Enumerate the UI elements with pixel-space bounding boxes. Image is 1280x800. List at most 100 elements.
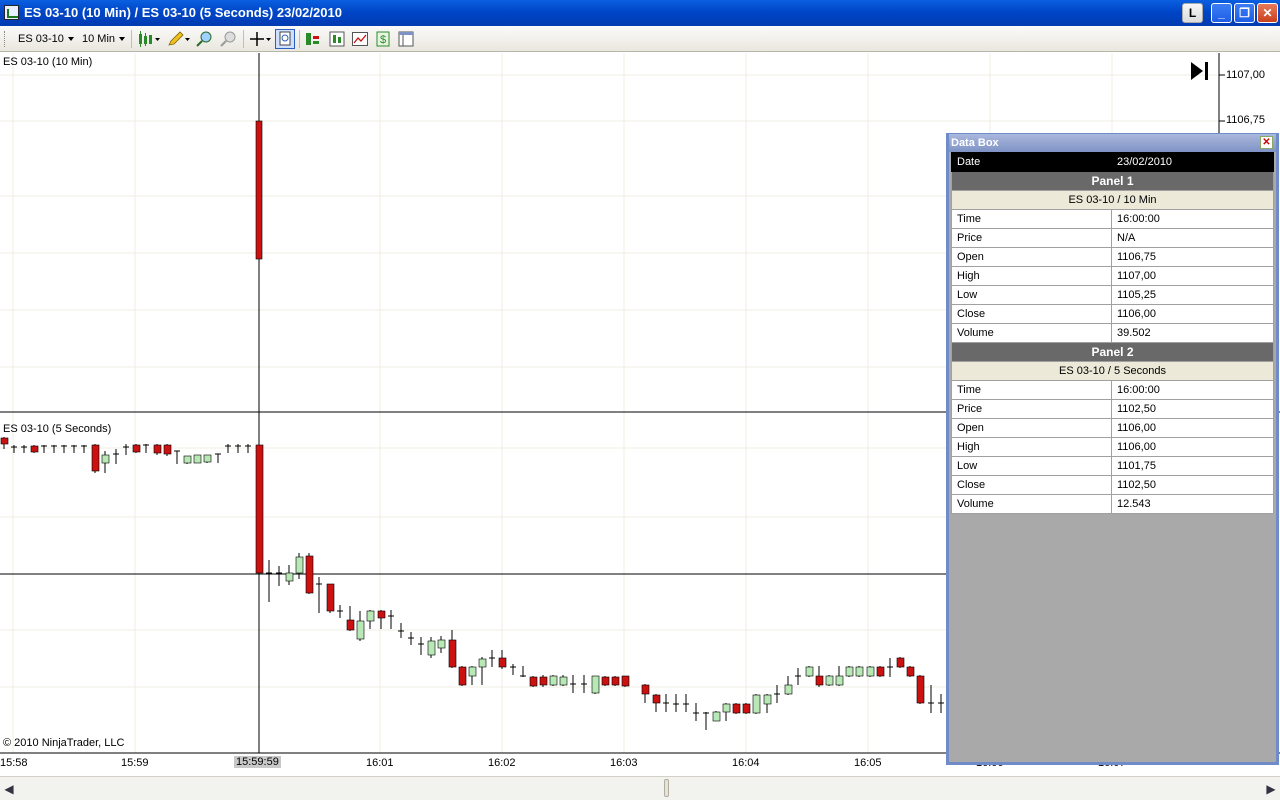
row-label: Time [951,380,1112,400]
scroll-right-icon[interactable]: ▶ [1265,781,1277,797]
data-row: High 1106,00 [951,437,1274,457]
data-box-title-bar[interactable]: Data Box ✕ [949,134,1276,152]
candle [876,666,885,677]
toolbar-grip[interactable] [4,31,7,47]
scroll-thumb[interactable] [664,779,669,797]
panel-name: Panel 1 [951,171,1274,191]
row-label: Price [951,228,1112,248]
chevron-down-icon [67,37,74,42]
data-row: Low 1105,25 [951,285,1274,305]
close-button[interactable]: ✕ [1257,3,1278,23]
indicators-icon[interactable] [351,30,369,48]
candle [285,572,294,582]
candle [866,666,875,677]
time-axis-tick: 16:01 [366,757,394,769]
candle [549,675,558,686]
templates-icon[interactable] [397,30,415,48]
skip-to-end-icon[interactable] [1189,60,1211,82]
instrument-selector[interactable]: ES 03-10 [18,31,74,47]
zoom-in-icon[interactable] [195,30,213,48]
candle [101,454,110,464]
drawing-pencil-icon[interactable] [166,30,190,48]
row-label: High [951,437,1112,457]
crosshair-icon[interactable] [248,30,272,48]
candle [132,444,141,453]
candle [591,675,600,694]
data-row: Volume 12.543 [951,494,1274,514]
panel-name: Panel 2 [951,342,1274,362]
properties-icon[interactable] [328,30,346,48]
chart-trader-icon[interactable] [304,30,322,48]
candle [295,556,304,574]
link-button[interactable]: L [1182,3,1203,23]
panel-header: Panel 1 [951,171,1274,191]
candle [437,639,446,649]
candle [427,640,436,656]
candle [652,694,661,704]
candle [255,444,264,574]
row-label: Volume [951,323,1112,343]
window-title: ES 03-10 (10 Min) / ES 03-10 (5 Seconds)… [24,5,342,20]
restore-button[interactable]: ❐ [1234,3,1255,23]
zoom-out-icon[interactable] [219,30,237,48]
candle [815,675,824,686]
candle [30,445,39,453]
instrument-row: ES 03-10 / 5 Seconds [951,361,1274,381]
minimize-button[interactable]: _ [1211,3,1232,23]
data-row: Low 1101,75 [951,456,1274,476]
data-box-title: Data Box [951,137,999,149]
candle [752,694,761,714]
strategies-icon[interactable]: $ [374,30,392,48]
data-box-icon[interactable] [275,29,295,49]
instrument-label: ES 03-10 [18,33,64,45]
candle [305,555,314,594]
candle [346,619,355,631]
row-value: 12.543 [1111,494,1274,514]
close-icon[interactable]: ✕ [1260,136,1273,149]
row-value: 1107,00 [1111,266,1274,286]
candle [0,437,9,445]
candle [763,694,772,705]
price-axis-tick: 1106,75 [1226,114,1265,126]
top-panel-label: ES 03-10 (10 Min) [3,56,93,68]
candle [366,610,375,622]
row-value: 1102,50 [1111,399,1274,419]
time-axis-tick: 16:02 [488,757,516,769]
row-value: 1105,25 [1111,285,1274,305]
candle [641,684,650,695]
scroll-left-icon[interactable]: ◀ [3,781,15,797]
row-value: 1101,75 [1111,456,1274,476]
row-value: 1102,50 [1111,475,1274,495]
candle [255,120,263,260]
candle [498,657,507,668]
candle [163,444,172,455]
candle [896,657,905,668]
candle [742,703,751,714]
copyright-notice: © 2010 NinjaTrader, LLC [3,737,125,749]
candle [193,454,202,464]
candle [835,675,844,686]
row-label: Open [951,247,1112,267]
toolbar-divider [243,30,244,48]
horizontal-scrollbar[interactable]: ◀ ▶ [0,776,1280,800]
data-row: Close 1102,50 [951,475,1274,495]
candle [712,711,721,722]
bar-type-icon[interactable] [137,30,161,48]
interval-selector[interactable]: 10 Min [82,31,126,47]
panel-instrument: ES 03-10 / 5 Seconds [951,361,1274,381]
data-box-window[interactable]: Data Box ✕ Date 23/02/2010 Panel 1 ES 03… [946,133,1279,765]
data-row: Open 1106,75 [951,247,1274,267]
row-label: High [951,266,1112,286]
row-label: Low [951,456,1112,476]
candle [601,676,610,686]
candle [458,666,467,686]
candle [468,666,477,677]
data-row: Open 1106,00 [951,418,1274,438]
row-value: N/A [1111,228,1274,248]
row-label: Close [951,304,1112,324]
data-box-table: Date 23/02/2010 Panel 1 ES 03-10 / 10 Mi… [951,152,1274,514]
bottom-panel-label: ES 03-10 (5 Seconds) [3,423,112,435]
row-label: Low [951,285,1112,305]
svg-text:$: $ [380,34,386,46]
toolbar-divider [299,30,300,48]
